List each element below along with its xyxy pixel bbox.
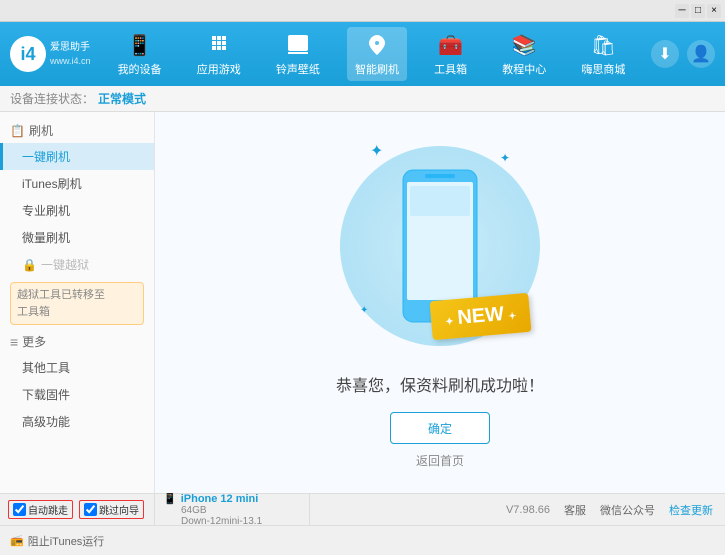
phone-icon-bottom: 📱 <box>163 492 177 505</box>
sidebar-item-jailbreak-disabled: 🔒 一键越狱 <box>0 251 154 278</box>
confirm-button[interactable]: 确定 <box>390 412 490 444</box>
bottom-bottom-row: 📻 阻止iTunes运行 <box>0 526 725 555</box>
bottom-checkboxes: 自动跳走 跳过向导 <box>0 494 155 525</box>
sidebar-item-other-tools[interactable]: 其他工具 <box>0 354 154 381</box>
nav-tutorial[interactable]: 📚 教程中心 <box>494 27 554 81</box>
maximize-button[interactable]: □ <box>691 4 705 18</box>
device-storage: 64GB <box>181 505 207 516</box>
success-text: 恭喜您，保资料刷机成功啦！ <box>336 372 544 396</box>
title-bar: ─ □ × <box>0 0 725 22</box>
sidebar-hint-box: 越狱工具已转移至 工具箱 <box>10 282 144 325</box>
apps-icon <box>205 31 233 59</box>
phone-icon: 📱 <box>126 31 154 59</box>
user-button[interactable]: 👤 <box>687 40 715 68</box>
header: i4 爱思助手 www.i4.cn 📱 我的设备 应用游戏 铃声壁纸 智 <box>0 22 725 86</box>
itunes-status-text: 阻止iTunes运行 <box>28 533 105 549</box>
nav-my-device[interactable]: 📱 我的设备 <box>110 27 170 81</box>
download-button[interactable]: ⬇ <box>651 40 679 68</box>
sidebar-item-micro-flash[interactable]: 微量刷机 <box>0 224 154 251</box>
header-right: ⬇ 👤 <box>651 40 715 68</box>
sidebar-more-label: 更多 <box>22 333 46 350</box>
nav-store[interactable]: 🛍 嗨思商城 <box>573 27 633 81</box>
bottom-top-row: 自动跳走 跳过向导 📱 iPhone 12 mini 64GB Down-12m… <box>0 494 725 526</box>
status-bar: 设备连接状态： 正常模式 <box>0 86 725 112</box>
minimize-button[interactable]: ─ <box>675 4 689 18</box>
bottom-right-links: V7.98.66 客服 微信公众号 检查更新 <box>310 494 725 525</box>
sparkle-3: ✦ <box>360 305 368 316</box>
flash-section-icon: 📋 <box>10 124 25 138</box>
wechat-official-link[interactable]: 微信公众号 <box>600 502 655 518</box>
skip-wizard-checkbox-label[interactable]: 跳过向导 <box>79 500 144 519</box>
skip-wizard-checkbox[interactable] <box>84 503 97 516</box>
customer-service-link[interactable]: 客服 <box>564 502 586 518</box>
sidebar-item-download-firmware[interactable]: 下载固件 <box>0 381 154 408</box>
auto-jump-checkbox-label[interactable]: 自动跳走 <box>8 500 73 519</box>
content-area: ✦ ✦ ✦ NEW 恭喜您，保资料刷机成功啦！ 确定 返回首页 <box>155 112 725 493</box>
nav-smart-flash[interactable]: 智能刷机 <box>347 27 407 81</box>
sidebar-item-pro-flash[interactable]: 专业刷机 <box>0 197 154 224</box>
sparkle-1: ✦ <box>370 141 383 161</box>
sparkle-2: ✦ <box>500 151 510 165</box>
logo-icon: i4 <box>10 36 46 72</box>
sidebar-section-flash[interactable]: 📋 刷机 <box>0 118 154 143</box>
nav-apps-games[interactable]: 应用游戏 <box>189 27 249 81</box>
logo-text: 爱思助手 www.i4.cn <box>50 41 91 68</box>
sidebar-section-more: ≡ 更多 <box>0 329 154 354</box>
toolbox-icon: 🧰 <box>437 31 465 59</box>
close-button[interactable]: × <box>707 4 721 18</box>
store-icon: 🛍 <box>589 31 617 59</box>
nav-toolbox[interactable]: 🧰 工具箱 <box>426 27 475 81</box>
auto-jump-checkbox[interactable] <box>13 503 26 516</box>
return-link[interactable]: 返回首页 <box>416 452 464 469</box>
sidebar-item-one-key-flash[interactable]: 一键刷机 <box>0 143 154 170</box>
flash-icon <box>363 31 391 59</box>
device-name: iPhone 12 mini <box>181 493 259 505</box>
phone-illustration: ✦ ✦ ✦ NEW <box>340 136 540 356</box>
sidebar-item-itunes-flash[interactable]: iTunes刷机 <box>0 170 154 197</box>
music-icon <box>284 31 312 59</box>
status-value: 正常模式 <box>98 90 146 107</box>
sidebar-item-advanced[interactable]: 高级功能 <box>0 408 154 435</box>
main-layout: 📋 刷机 一键刷机 iTunes刷机 专业刷机 微量刷机 🔒 一键越狱 越狱工具… <box>0 112 725 493</box>
nav-bar: 📱 我的设备 应用游戏 铃声壁纸 智能刷机 🧰 工具箱 📚 <box>100 27 643 81</box>
version-label: V7.98.66 <box>506 504 550 516</box>
book-icon: 📚 <box>510 31 538 59</box>
sidebar-section-flash-label: 刷机 <box>29 122 53 139</box>
bottom-device-info: 📱 iPhone 12 mini 64GB Down-12mini-13.1 <box>155 494 310 525</box>
nav-ringtone[interactable]: 铃声壁纸 <box>268 27 328 81</box>
more-icon: ≡ <box>10 334 18 350</box>
check-update-link[interactable]: 检查更新 <box>669 502 713 518</box>
logo: i4 爱思助手 www.i4.cn <box>10 36 100 72</box>
bottom-area: 自动跳走 跳过向导 📱 iPhone 12 mini 64GB Down-12m… <box>0 493 725 555</box>
lock-icon: 🔒 <box>22 258 37 272</box>
status-label: 设备连接状态： <box>10 90 94 107</box>
itunes-status-icon: 📻 <box>10 534 24 547</box>
sidebar: 📋 刷机 一键刷机 iTunes刷机 专业刷机 微量刷机 🔒 一键越狱 越狱工具… <box>0 112 155 493</box>
new-badge: NEW <box>429 293 531 341</box>
